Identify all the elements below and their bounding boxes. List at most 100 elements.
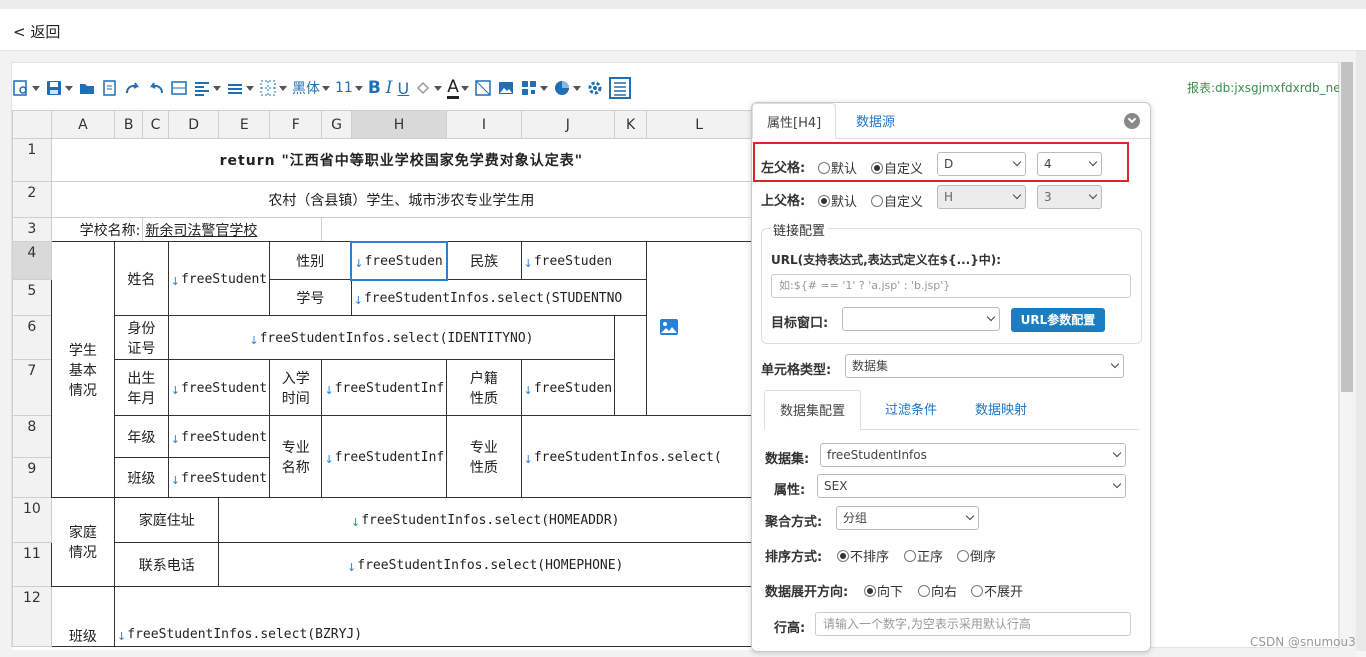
font-color-button[interactable]: A <box>447 75 469 101</box>
col-header-j[interactable]: J <box>520 110 616 139</box>
page-scroll-thumb[interactable] <box>1356 51 1366 651</box>
gender-label-cell[interactable]: 性别 <box>269 241 352 280</box>
birth-label-cell[interactable]: 出生 年月 <box>114 359 169 416</box>
spreadsheet[interactable]: A B C D E F G H I J K L 1 return "江西省中等职业… <box>12 110 752 650</box>
col-header-f[interactable]: F <box>269 110 323 139</box>
valign-button[interactable] <box>226 75 254 101</box>
corner-cell[interactable] <box>12 110 52 139</box>
tab-properties[interactable]: 属性[H4] <box>752 103 837 139</box>
top-parent-custom-radio[interactable]: 自定义 <box>871 191 923 210</box>
grade-label-cell[interactable]: 年级 <box>114 415 169 458</box>
major-nature-field-cell[interactable]: ↓freeStudentInfos.select( <box>520 415 752 498</box>
col-header-b[interactable]: B <box>114 110 144 139</box>
ethnic-label-cell[interactable]: 民族 <box>446 241 522 280</box>
collapse-icon[interactable] <box>1124 113 1140 129</box>
col-header-i[interactable]: I <box>446 110 522 139</box>
agg-select[interactable]: 分组 <box>836 506 979 530</box>
phone-field-cell[interactable]: ↓freeStudentInfos.select(HOMEPHONE) <box>218 542 752 587</box>
subtitle-cell[interactable]: 农村（含县镇）学生、城市涉农专业学生用 <box>50 181 752 218</box>
class-bottom-cell[interactable]: 班级 <box>50 586 116 647</box>
school-label-cell[interactable]: 学校名称: <box>50 217 144 242</box>
expand-down-radio[interactable]: 向下 <box>864 581 903 600</box>
col-header-k[interactable]: K <box>614 110 648 139</box>
open-button[interactable] <box>78 75 96 101</box>
class-label-cell[interactable]: 班级 <box>114 457 169 498</box>
bzryj-field-cell[interactable]: ↓freeStudentInfos.select(BZRYJ) <box>114 586 752 647</box>
top-parent-col-select[interactable]: H <box>937 185 1026 209</box>
dataset-select[interactable]: freeStudentInfos <box>820 443 1126 467</box>
preview-button[interactable] <box>12 75 40 101</box>
row-header-4[interactable]: 4 <box>12 241 52 280</box>
col-header-g[interactable]: G <box>321 110 352 139</box>
row-header-1[interactable]: 1 <box>12 138 52 182</box>
top-parent-row-select[interactable]: 3 <box>1037 185 1102 209</box>
subtab-filter[interactable]: 过滤条件 <box>885 390 937 430</box>
sort-none-radio[interactable]: 不排序 <box>837 546 889 565</box>
row-header-11[interactable]: 11 <box>12 542 52 587</box>
major-nature-label-cell[interactable]: 专业 性质 <box>446 415 522 498</box>
tab-datasource[interactable]: 数据源 <box>856 103 895 139</box>
gender-field-cell[interactable]: ↓freeStuden <box>350 240 448 281</box>
row-header-10[interactable]: 10 <box>12 497 52 543</box>
expand-none-radio[interactable]: 不展开 <box>971 581 1023 600</box>
align-button[interactable] <box>193 75 221 101</box>
properties-button[interactable] <box>608 75 631 101</box>
col-header-d[interactable]: D <box>167 110 220 139</box>
ethnic-field-cell[interactable]: ↓freeStuden <box>520 241 648 280</box>
col-header-l[interactable]: L <box>646 110 752 139</box>
subtab-dataset-config[interactable]: 数据集配置 <box>764 390 862 430</box>
empty-cell-r3[interactable] <box>321 217 752 242</box>
row-header-7[interactable]: 7 <box>12 359 52 416</box>
target-window-select[interactable] <box>842 307 1000 331</box>
school-value-cell[interactable]: 新余司法警官学校 <box>142 217 323 242</box>
import-button[interactable] <box>101 75 119 101</box>
address-label-cell[interactable]: 家庭住址 <box>114 497 220 543</box>
border-button[interactable] <box>259 75 287 101</box>
grade-field-cell[interactable]: ↓freeStudent <box>167 415 271 458</box>
name-field-cell[interactable]: ↓freeStudent <box>167 241 271 316</box>
phone-label-cell[interactable]: 联系电话 <box>114 542 220 587</box>
col-header-e[interactable]: E <box>218 110 271 139</box>
sort-asc-radio[interactable]: 正序 <box>904 546 943 565</box>
row-header-8[interactable]: 8 <box>12 415 52 458</box>
cell-type-select[interactable]: 数据集 <box>845 354 1124 378</box>
settings-button[interactable] <box>586 75 604 101</box>
col-header-c[interactable]: C <box>142 110 169 139</box>
id-label-cell[interactable]: 身份 证号 <box>114 315 169 360</box>
url-input[interactable]: 如:${# == '1' ? 'a.jsp' : 'b.jsp'} <box>771 274 1131 298</box>
scroll-thumb[interactable] <box>1341 62 1353 392</box>
italic-button[interactable]: I <box>386 75 393 101</box>
row-header-9[interactable]: 9 <box>12 457 52 498</box>
row-height-input[interactable]: 请输入一个数字,为空表示采用默认行高 <box>815 612 1131 636</box>
name-label-cell[interactable]: 姓名 <box>114 241 169 316</box>
sort-desc-radio[interactable]: 倒序 <box>957 546 996 565</box>
fill-color-button[interactable] <box>414 75 443 101</box>
major-field-cell[interactable]: ↓freeStudentInf <box>321 415 448 498</box>
row-header-6[interactable]: 6 <box>12 315 52 360</box>
class-field-cell[interactable]: ↓freeStudent <box>167 457 271 498</box>
expand-right-radio[interactable]: 向右 <box>918 581 957 600</box>
save-button[interactable] <box>45 75 73 101</box>
bold-button[interactable]: B <box>368 75 381 101</box>
birth-field-cell[interactable]: ↓freeStudent <box>167 359 271 416</box>
col-header-a[interactable]: A <box>50 110 116 139</box>
font-family-select[interactable]: 黑体 <box>292 75 330 101</box>
top-parent-default-radio[interactable]: 默认 <box>818 191 857 210</box>
row-header-12[interactable]: 12 <box>12 586 52 647</box>
slash-cell-button[interactable] <box>474 75 492 101</box>
hukou-field-cell[interactable]: ↓freeStuden <box>520 359 616 416</box>
underline-button[interactable]: U <box>398 75 410 101</box>
student-basic-cell[interactable]: 学生 基本 情况 <box>50 241 116 498</box>
sheet-scrollbar[interactable] <box>1339 62 1353 648</box>
address-field-cell[interactable]: ↓freeStudentInfos.select(HOMEADDR) <box>218 497 752 543</box>
enroll-field-cell[interactable]: ↓freeStudentInf <box>321 359 448 416</box>
chart-button[interactable] <box>553 75 581 101</box>
id-field-cell[interactable]: ↓freeStudentInfos.select(IDENTITYNO) <box>167 315 616 360</box>
col-header-h[interactable]: H <box>350 110 448 139</box>
sno-label-cell[interactable]: 学号 <box>269 279 352 316</box>
title-cell[interactable]: return "江西省中等职业学校国家免学费对象认定表" <box>50 138 752 182</box>
subtab-mapping[interactable]: 数据映射 <box>975 390 1027 430</box>
undo-button[interactable] <box>147 75 165 101</box>
major-label-cell[interactable]: 专业 名称 <box>269 415 323 498</box>
qrcode-button[interactable] <box>520 75 548 101</box>
